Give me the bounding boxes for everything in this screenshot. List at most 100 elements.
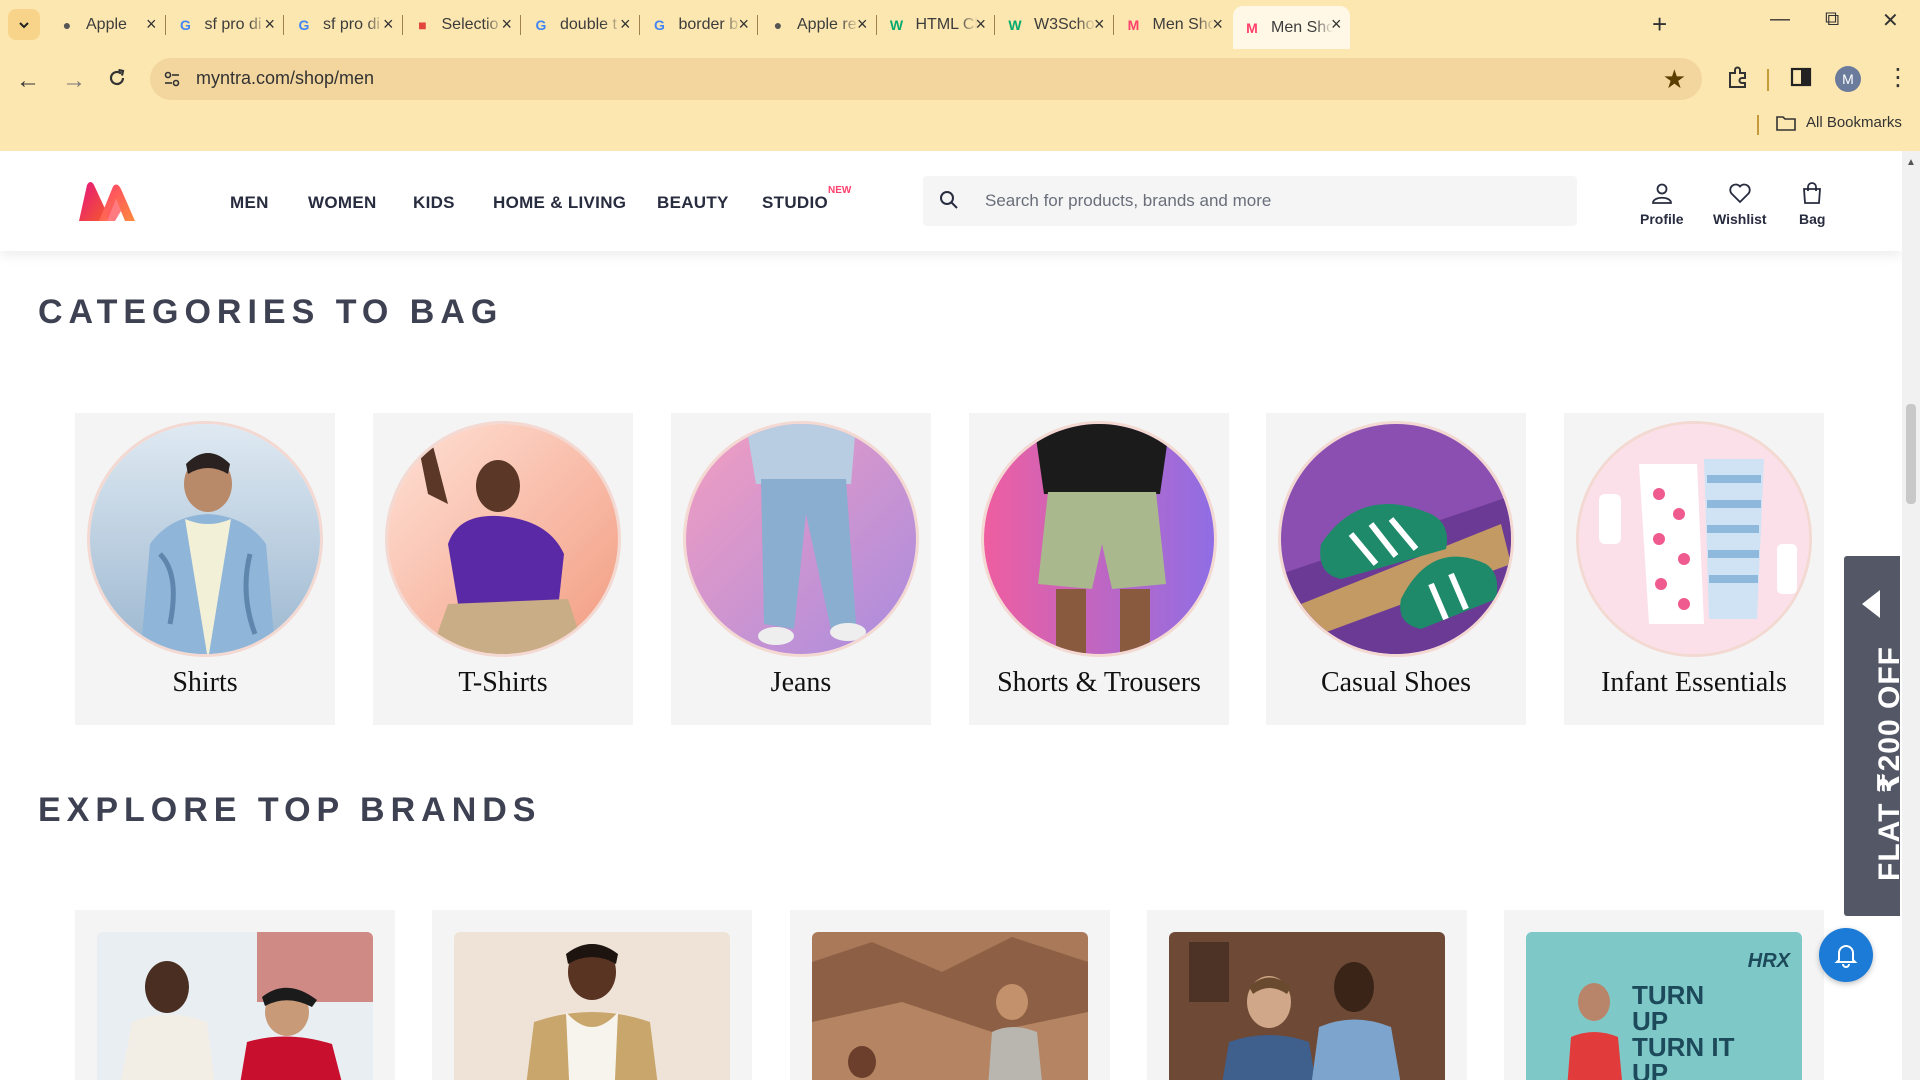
back-button[interactable]: ← — [16, 67, 40, 95]
notification-bell-button[interactable] — [1819, 928, 1873, 982]
tab-title: Selectio — [441, 15, 499, 33]
brand-card-3[interactable] — [790, 910, 1110, 1080]
category-card-infant-essentials[interactable]: Infant Essentials — [1564, 413, 1824, 725]
tab-title: border b — [678, 15, 739, 33]
nav-home-living[interactable]: HOME & LIVING — [493, 193, 626, 213]
category-card-shirts[interactable]: Shirts — [75, 413, 335, 725]
category-card-tshirts[interactable]: T-Shirts — [373, 413, 633, 725]
bookmarks-divider — [1757, 115, 1759, 135]
close-tab-icon[interactable]: × — [1331, 14, 1342, 35]
myntra-icon: M — [1246, 19, 1258, 36]
browser-tab[interactable]: W W3Scho × — [996, 6, 1114, 43]
browser-tab[interactable]: M Men Sho × — [1115, 6, 1232, 43]
url-text[interactable]: myntra.com/shop/men — [196, 68, 374, 89]
category-label: Shorts & Trousers — [997, 667, 1201, 698]
nav-women[interactable]: WOMEN — [308, 193, 377, 213]
hrx-tagline: TURN UP TURN IT UP — [1632, 980, 1735, 1080]
google-icon: G — [654, 16, 665, 33]
browser-tab[interactable]: Gsf pro di × — [167, 6, 284, 43]
flat-offer-tab[interactable]: FLAT ₹200 OFF — [1844, 556, 1902, 916]
tab-separator — [757, 15, 758, 35]
nike-brand-image — [97, 932, 373, 1080]
browser-tab[interactable]: Gborder b × — [641, 6, 758, 43]
jeans-image — [683, 421, 919, 657]
category-label: Casual Shoes — [1320, 667, 1472, 698]
brand-card-5[interactable]: HRX TURN UP TURN IT UP — [1504, 910, 1824, 1080]
close-tab-icon[interactable]: × — [975, 14, 986, 35]
search-icon[interactable] — [939, 190, 959, 210]
browser-tab[interactable]: Gdouble t × — [522, 6, 640, 43]
tab-title: Apple — [86, 15, 127, 33]
tab-title: sf pro di — [323, 15, 380, 33]
browser-tab[interactable]: W HTML Cl × — [878, 6, 995, 43]
category-card-casual-shoes[interactable]: Casual Shoes — [1266, 413, 1526, 725]
myntra-logo[interactable] — [77, 181, 137, 223]
expand-left-icon — [1862, 590, 1880, 618]
browser-menu-icon[interactable]: ⋮ — [1886, 63, 1910, 92]
hrx-logo-text: HRX — [1747, 950, 1790, 972]
browser-tab[interactable]: ● Apple × — [48, 6, 166, 43]
reload-button[interactable] — [106, 67, 128, 96]
tab-search-button[interactable] — [8, 9, 40, 40]
close-tab-icon[interactable]: × — [738, 14, 749, 35]
extensions-icon[interactable] — [1725, 65, 1751, 91]
close-window-button[interactable]: ✕ — [1882, 8, 1899, 33]
nav-kids[interactable]: KIDS — [413, 193, 455, 213]
side-panel-icon[interactable] — [1789, 65, 1813, 89]
tab-title: HTML Cl — [915, 15, 978, 33]
wishlist-label: Wishlist — [1713, 211, 1767, 227]
google-icon: G — [535, 16, 547, 33]
close-tab-icon[interactable]: × — [264, 14, 275, 35]
close-tab-icon[interactable]: × — [620, 14, 631, 35]
nav-studio[interactable]: STUDIO — [762, 193, 828, 213]
category-card-shorts-trousers[interactable]: Shorts & Trousers — [969, 413, 1229, 725]
close-tab-icon[interactable]: × — [146, 14, 157, 35]
brand-card-4[interactable] — [1147, 910, 1467, 1080]
scroll-up-arrow-icon[interactable]: ▲ — [1906, 157, 1916, 168]
category-card-jeans[interactable]: Jeans — [671, 413, 931, 725]
site-settings-icon[interactable] — [162, 69, 182, 89]
apple-icon: ● — [62, 16, 72, 33]
site-search-input[interactable] — [985, 176, 1565, 226]
shirts-image — [87, 421, 323, 657]
browser-tab[interactable]: ● Apple re × — [759, 6, 877, 43]
profile-button[interactable]: Profile — [1640, 181, 1684, 227]
bookmark-star-icon[interactable]: ★ — [1663, 64, 1686, 95]
minimize-button[interactable]: — — [1770, 8, 1790, 31]
bag-button[interactable]: Bag — [1799, 181, 1825, 227]
heart-icon — [1729, 183, 1751, 204]
google-icon: G — [180, 16, 191, 33]
category-label: Infant Essentials — [1601, 667, 1787, 698]
forward-button[interactable]: → — [62, 67, 86, 95]
brand-card-2[interactable] — [432, 910, 752, 1080]
close-tab-icon[interactable]: × — [1094, 14, 1105, 35]
wishlist-button[interactable]: Wishlist — [1713, 181, 1767, 227]
page-scrollbar[interactable]: ▲ — [1902, 151, 1920, 1080]
browser-tab[interactable]: M Men Sho × — [1233, 6, 1350, 49]
site-header: MEN WOMEN KIDS HOME & LIVING BEAUTY STUD… — [0, 151, 1902, 251]
tab-separator — [283, 15, 284, 35]
new-tab-button[interactable]: + — [1652, 9, 1667, 40]
nav-men[interactable]: MEN — [230, 193, 269, 213]
restore-button[interactable]: ⧉ — [1825, 8, 1839, 31]
casual-shoes-image — [1278, 421, 1514, 657]
address-bar[interactable]: myntra.com/shop/men ★ — [150, 58, 1702, 100]
browser-tab[interactable]: ■ Selectio × — [404, 6, 521, 43]
google-icon: G — [298, 16, 310, 33]
all-bookmarks-button[interactable]: All Bookmarks — [1776, 114, 1902, 131]
tshirts-image — [385, 421, 621, 657]
nav-beauty[interactable]: BEAUTY — [657, 193, 729, 213]
close-tab-icon[interactable]: × — [1212, 14, 1223, 35]
close-tab-icon[interactable]: × — [857, 14, 868, 35]
tab-title: Apple re — [797, 15, 857, 33]
profile-avatar[interactable]: M — [1835, 66, 1861, 92]
browser-tab[interactable]: Gsf pro di × — [285, 6, 403, 43]
brand-denim-image — [1169, 932, 1445, 1080]
brand-card-1[interactable] — [75, 910, 395, 1080]
tab-title: W3Scho — [1034, 15, 1095, 33]
scrollbar-thumb[interactable] — [1906, 404, 1916, 504]
tab-separator — [520, 15, 521, 35]
close-tab-icon[interactable]: × — [501, 14, 512, 35]
close-tab-icon[interactable]: × — [383, 14, 394, 35]
pinterest-icon: ■ — [418, 16, 427, 33]
